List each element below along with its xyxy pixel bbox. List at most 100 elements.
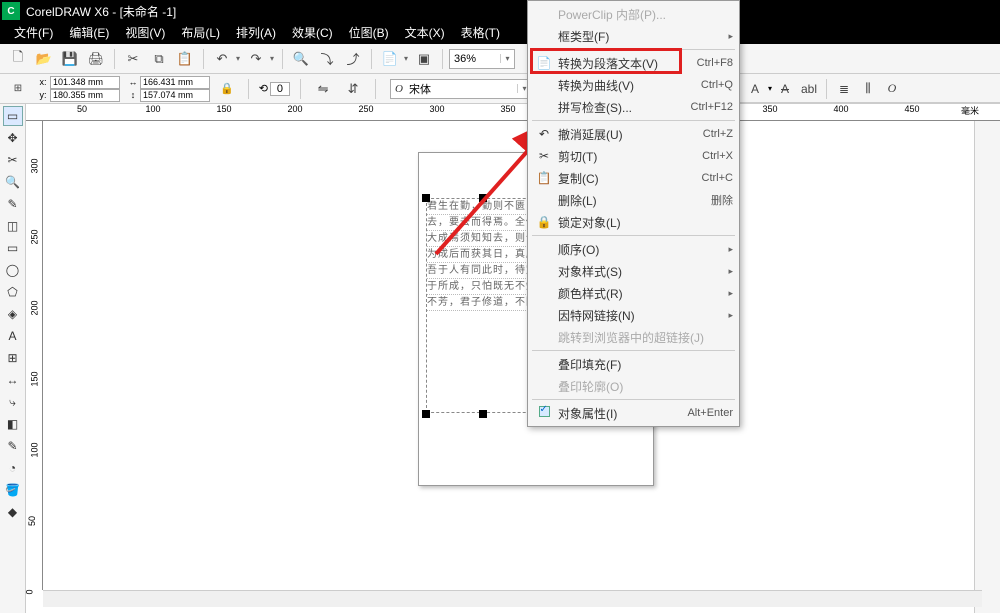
connector-tool[interactable]: ⤷ [3, 392, 23, 412]
ctx-item-10[interactable]: 删除(L)删除 [528, 189, 739, 211]
ctx-item-7[interactable]: ↶撤消延展(U)Ctrl+Z [528, 123, 739, 145]
dimension-tool[interactable]: ↔ [3, 370, 23, 390]
mirror-h-button[interactable]: ⇋ [311, 77, 335, 101]
h-label: ↕ [126, 90, 140, 101]
x-value[interactable]: 101.348 mm [50, 76, 120, 89]
ctx-item-15[interactable]: 颜色样式(R)▸ [528, 282, 739, 304]
cut-button[interactable]: ✂ [121, 47, 145, 71]
y-value[interactable]: 180.355 mm [50, 89, 120, 102]
w-value[interactable]: 166.431 mm [140, 76, 210, 89]
menu-file[interactable]: 文件(F) [6, 22, 61, 44]
app-logo: C [2, 2, 20, 20]
ctx-shortcut: Ctrl+X [702, 150, 733, 162]
polygon-tool[interactable]: ⬠ [3, 282, 23, 302]
fill-tool[interactable]: 🪣 [3, 480, 23, 500]
open-button[interactable]: 📂 [32, 47, 56, 71]
rt-btn-2[interactable]: A [774, 78, 796, 100]
menu-sep [532, 120, 735, 121]
import-button[interactable]: ⤵ [315, 47, 339, 71]
ctx-item-1[interactable]: 框类型(F)▸ [528, 25, 739, 47]
rt-btn-list[interactable]: ⫼ [857, 78, 879, 100]
eyedropper-tool[interactable]: ✎ [3, 436, 23, 456]
ctx-item-22[interactable]: ✓对象属性(I)Alt+Enter [528, 402, 739, 424]
redo-drop[interactable]: ▾ [270, 54, 276, 63]
ruler-tick: 150 [30, 371, 40, 386]
text-object[interactable]: 君生在勤，勤则不匮；好焉则悠 去，要去而得焉。全修有以用之 大成焉须知知去，则化… [426, 198, 541, 413]
horizontal-scrollbar[interactable] [43, 590, 982, 607]
text-tool[interactable]: A [3, 326, 23, 346]
ruler-tick: 250 [30, 229, 40, 244]
rt-btn-char[interactable]: O [881, 78, 903, 100]
ctx-item-16[interactable]: 因特网链接(N)▸ [528, 304, 739, 326]
export-button[interactable]: ⤴ [341, 47, 365, 71]
smart-tool[interactable]: ◫ [3, 216, 23, 236]
ctx-label: 因特网链接(N) [554, 307, 724, 324]
sep [114, 49, 115, 69]
x-label: x: [36, 77, 50, 88]
ctx-item-3[interactable]: 📄转换为段落文本(V)Ctrl+F8 [528, 52, 739, 74]
menu-bitmap[interactable]: 位图(B) [341, 22, 397, 44]
print-button[interactable]: 🖨 [84, 47, 108, 71]
zoom-combo[interactable]: ▾ [449, 49, 515, 69]
handle-bl[interactable] [422, 410, 430, 418]
rt-btn-align[interactable]: ≣ [833, 78, 855, 100]
undo-drop[interactable]: ▾ [236, 54, 242, 63]
ctx-label: 删除(L) [554, 192, 711, 209]
ctx-item-11[interactable]: 🔒锁定对象(L) [528, 211, 739, 233]
freehand-tool[interactable]: ✎ [3, 194, 23, 214]
ctx-item-19[interactable]: 叠印填充(F) [528, 353, 739, 375]
paste-button[interactable]: 📋 [173, 47, 197, 71]
basic-shapes-tool[interactable]: ◈ [3, 304, 23, 324]
angle-value[interactable]: 0 [270, 82, 290, 96]
rect-tool[interactable]: ▭ [3, 238, 23, 258]
welcome-button[interactable]: ▣ [412, 47, 436, 71]
menu-view[interactable]: 视图(V) [117, 22, 173, 44]
menu-layout[interactable]: 布局(L) [173, 22, 228, 44]
ctx-item-5[interactable]: 拼写检查(S)...Ctrl+F12 [528, 96, 739, 118]
interactive-fill-tool[interactable]: ◆ [3, 502, 23, 522]
table-tool[interactable]: ⊞ [3, 348, 23, 368]
zoom-drop[interactable]: ▾ [500, 54, 514, 63]
menu-table[interactable]: 表格(T) [453, 22, 508, 44]
crop-tool[interactable]: ✂ [3, 150, 23, 170]
interactive-tool[interactable]: ◧ [3, 414, 23, 434]
ctx-item-13[interactable]: 顺序(O)▸ [528, 238, 739, 260]
save-button[interactable]: 💾 [58, 47, 82, 71]
ctx-label: PowerClip 内部(P)... [554, 6, 733, 23]
ctx-item-9[interactable]: 📋复制(C)Ctrl+C [528, 167, 739, 189]
h-value[interactable]: 157.074 mm [140, 89, 210, 102]
canvas[interactable]: 君生在勤，勤则不匮；好焉则悠 去，要去而得焉。全修有以用之 大成焉须知知去，则化… [26, 104, 974, 613]
zoom-tool[interactable]: 🔍 [3, 172, 23, 192]
snap-button[interactable]: ⊞ [6, 77, 30, 101]
lock-ratio-icon[interactable]: 🔒 [216, 82, 238, 95]
shape-tool[interactable]: ✥ [3, 128, 23, 148]
mirror-v-button[interactable]: ⇵ [341, 77, 365, 101]
ctx-item-8[interactable]: ✂剪切(T)Ctrl+X [528, 145, 739, 167]
menu-effect[interactable]: 效果(C) [284, 22, 341, 44]
redo-button[interactable]: ↷ [244, 47, 268, 71]
undo-button[interactable]: ↶ [210, 47, 234, 71]
pdf-drop[interactable]: ▾ [404, 54, 410, 63]
menu-arrange[interactable]: 排列(A) [228, 22, 284, 44]
pick-tool[interactable]: ▭ [3, 106, 23, 126]
pdf-button[interactable]: 📄 [378, 47, 402, 71]
ellipse-tool[interactable]: ◯ [3, 260, 23, 280]
handle-tl[interactable] [422, 194, 430, 202]
menu-edit[interactable]: 编辑(E) [61, 22, 117, 44]
rt-btn-3[interactable]: abl [798, 78, 820, 100]
outline-tool[interactable]: ◔ [3, 458, 23, 478]
new-button[interactable]: 🗋 [6, 47, 30, 71]
handle-tm[interactable] [479, 194, 487, 202]
menu-text[interactable]: 文本(X) [397, 22, 453, 44]
ctx-item-4[interactable]: 转换为曲线(V)Ctrl+Q [528, 74, 739, 96]
handle-bm[interactable] [479, 410, 487, 418]
font-glyph-icon: O [391, 83, 407, 95]
zoom-input[interactable] [450, 53, 500, 65]
rt-btn-1[interactable]: A [744, 78, 766, 100]
font-combo[interactable]: O 宋体 ▾ [390, 79, 532, 99]
copy-button[interactable]: ⧉ [147, 47, 171, 71]
rt-dd[interactable]: ▾ [768, 84, 772, 93]
search-button[interactable]: 🔍 [289, 47, 313, 71]
ctx-item-14[interactable]: 对象样式(S)▸ [528, 260, 739, 282]
sep [300, 79, 301, 99]
